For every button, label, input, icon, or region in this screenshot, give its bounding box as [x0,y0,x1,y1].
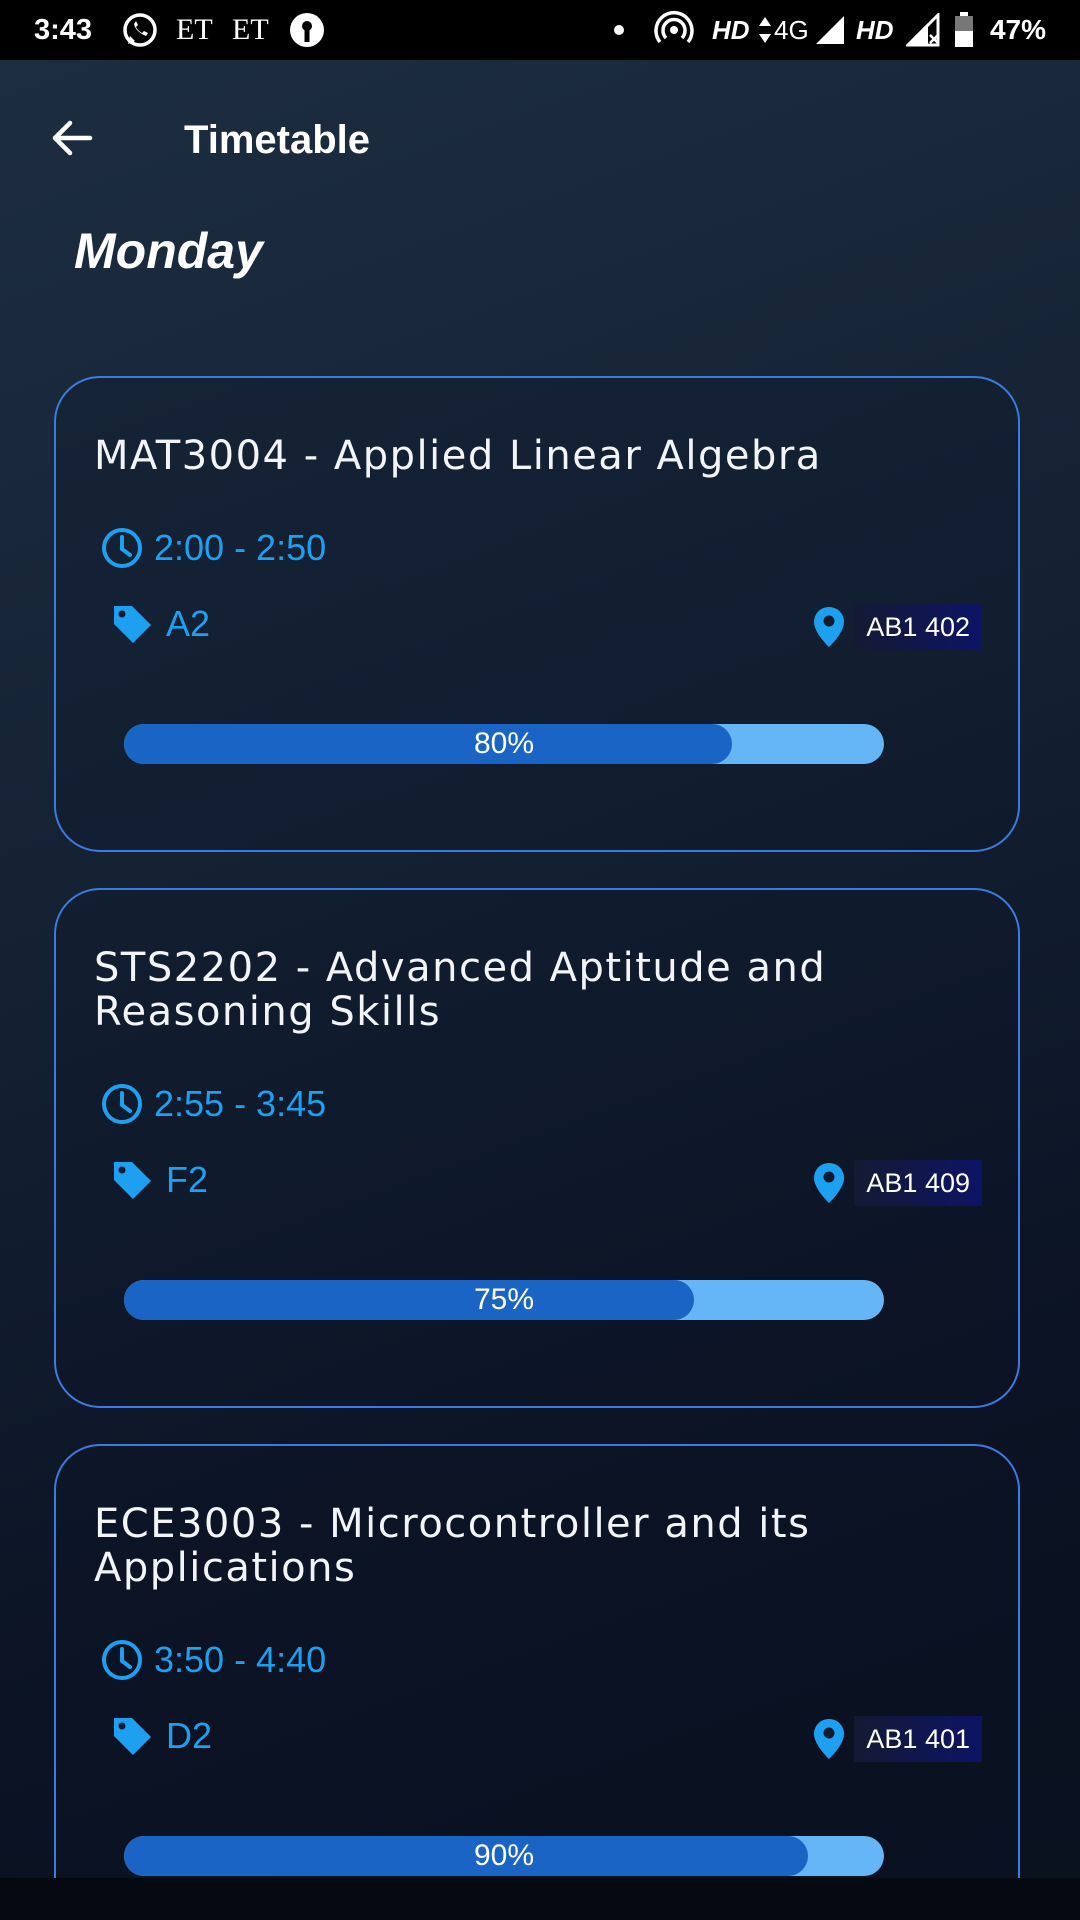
clock-icon [102,1084,142,1124]
slot-row: D2 [110,1714,212,1758]
back-button[interactable] [40,106,104,170]
attendance-percent: 80% [473,727,535,760]
location-pin-icon [814,1719,845,1759]
slot-label: A2 [166,603,211,644]
class-time-row: 3:50 - 4:40 [100,1638,326,1682]
network-type: 4G [774,14,809,45]
location-pin-icon [814,1163,845,1203]
arrow-left-icon [52,120,93,156]
clock-icon [102,1640,142,1680]
tag-icon [114,1162,151,1199]
slot-label: D2 [166,1715,213,1756]
location-row: AB1 401 [812,1716,982,1762]
timetable-screen: Timetable Monday MAT3004 - Applied Linea… [0,60,1080,1878]
attendance-percent: 75% [473,1283,535,1316]
location-pin-icon [814,607,845,647]
hotspot-icon [654,0,694,60]
slot-row: F2 [110,1158,208,1202]
class-time: 2:55 - 3:45 [154,1083,327,1124]
et-app-icon-2: ET [232,13,269,46]
room-label: AB1 402 [854,604,982,650]
slot-label: F2 [166,1159,209,1200]
class-card[interactable]: STS2202 - Advanced Aptitude and Reasonin… [54,888,1020,1408]
tag-icon [114,1718,151,1755]
attendance-bar: 90% [124,1836,884,1876]
hd-voice-badge-2: HD [856,14,894,45]
attendance-percent: 90% [473,1839,535,1872]
et-app-icon: ET [176,13,213,46]
class-time: 3:50 - 4:40 [154,1639,327,1680]
room-label: AB1 401 [854,1716,982,1762]
location-row: AB1 402 [812,604,982,650]
hd-voice-badge: HD [712,14,750,45]
signal-icon [814,0,846,60]
class-card[interactable]: MAT3004 - Applied Linear Algebra 2:00 - … [54,376,1020,852]
class-card[interactable]: ECE3003 - Microcontroller and its Applic… [54,1444,1020,1878]
whatsapp-icon [120,0,160,60]
class-time: 2:00 - 2:50 [154,527,327,568]
status-time: 3:43 [34,13,93,46]
day-heading: Monday [74,223,263,279]
course-title: MAT3004 - Applied Linear Algebra [94,433,822,479]
dot-icon [612,0,626,60]
app-notification-icon [288,0,326,60]
slot-row: A2 [110,602,210,646]
page-title: Timetable [184,118,370,162]
battery-icon [954,0,974,60]
location-row: AB1 409 [812,1160,982,1206]
class-time-row: 2:55 - 3:45 [100,1082,326,1126]
clock-icon [102,528,142,568]
attendance-bar: 80% [124,724,884,764]
data-arrows-icon [758,0,772,60]
tag-icon [114,606,151,643]
status-bar: 3:43 ET ET HD 4G HD 47% [0,0,1080,60]
course-title: STS2202 - Advanced Aptitude and Reasonin… [94,945,827,1035]
signal-no-service-icon [906,0,940,60]
course-title: ECE3003 - Microcontroller and its Applic… [94,1501,811,1591]
attendance-bar: 75% [124,1280,884,1320]
room-label: AB1 409 [854,1160,982,1206]
battery-percent: 47% [989,14,1046,45]
bottom-edge [0,1878,1080,1920]
class-time-row: 2:00 - 2:50 [100,526,326,570]
